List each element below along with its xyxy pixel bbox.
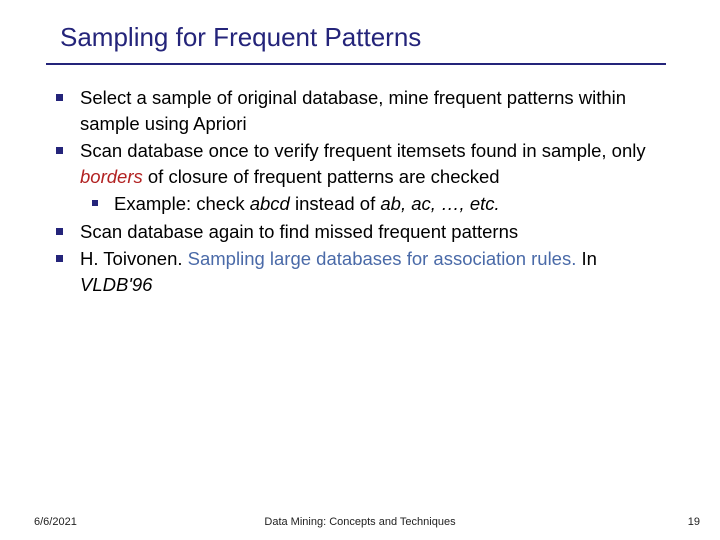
bullet-text: of closure of frequent patterns are chec… [143,166,500,187]
bullet-text: Scan database once to verify frequent it… [80,140,646,161]
bullet-text: In [576,248,597,269]
footer-page-number: 19 [688,516,700,528]
footer-center: Data Mining: Concepts and Techniques [0,516,720,528]
italic-text: abcd [250,193,290,214]
bullet-item: H. Toivonen. Sampling large databases fo… [46,246,656,297]
slide-title: Sampling for Frequent Patterns [60,22,690,53]
sub-bullet-list: Example: check abcd instead of ab, ac, …… [80,191,656,217]
slide: Sampling for Frequent Patterns Select a … [0,0,720,540]
bullet-item: Scan database once to verify frequent it… [46,138,656,217]
reference-venue: VLDB'96 [80,274,152,295]
bullet-item: Select a sample of original database, mi… [46,85,656,136]
bullet-text: Example: check [114,193,250,214]
bullet-text: Scan database again to find missed frequ… [80,221,518,242]
title-underline [46,63,666,65]
sub-bullet-item: Example: check abcd instead of ab, ac, …… [80,191,656,217]
bullet-item: Scan database again to find missed frequ… [46,219,656,245]
reference-title: Sampling large databases for association… [188,248,577,269]
italic-text: ab, ac, …, etc. [380,193,499,214]
bullet-text: instead of [290,193,381,214]
slide-content: Select a sample of original database, mi… [46,85,656,297]
bullet-list: Select a sample of original database, mi… [46,85,656,297]
emphasis-text: borders [80,166,143,187]
bullet-text: Select a sample of original database, mi… [80,87,626,134]
bullet-text: H. Toivonen. [80,248,188,269]
